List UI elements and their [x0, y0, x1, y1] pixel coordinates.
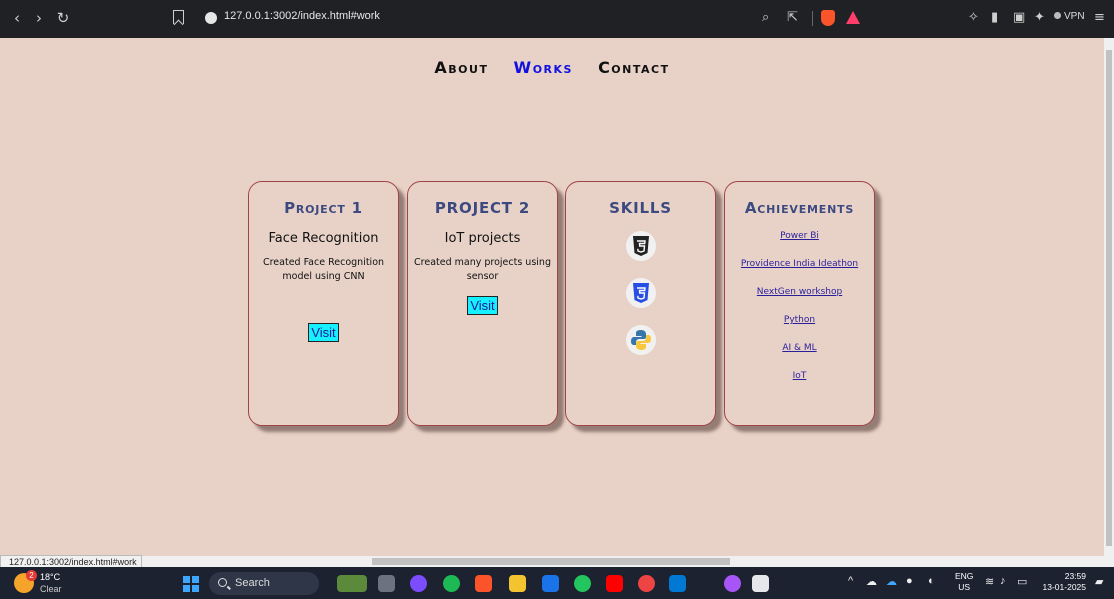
card-title: Project 1 — [284, 199, 363, 217]
achievement-link-nextgen[interactable]: NextGen workshop — [725, 287, 874, 297]
battery-icon[interactable]: ▭ — [1017, 575, 1027, 588]
onedrive-blue-icon[interactable]: ☁ — [886, 575, 897, 588]
brave-shields-icon[interactable] — [821, 10, 835, 26]
windows-taskbar: 2 18°C Clear Search ^ ☁ ☁ ● ◐ ENG US ≋ ♪ … — [0, 567, 1114, 599]
copilot-icon[interactable] — [410, 575, 427, 592]
forward-icon[interactable]: › — [30, 9, 48, 27]
nav-works[interactable]: Works — [514, 58, 573, 77]
card-subtitle: IoT projects — [444, 231, 521, 246]
html5-icon — [625, 231, 656, 261]
language-code: ENG — [955, 571, 974, 581]
nav-about[interactable]: About — [434, 58, 488, 77]
zoom-icon[interactable]: ⌕ — [762, 9, 769, 27]
card-title: SKILLS — [609, 199, 672, 217]
vscode-icon[interactable] — [669, 575, 686, 592]
project-2-card: PROJECT 2 IoT projects Created many proj… — [407, 181, 558, 426]
spotify-icon[interactable] — [443, 575, 460, 592]
nav-contact[interactable]: Contact — [598, 58, 670, 77]
visit-button[interactable]: Visit — [467, 296, 498, 315]
toolbar-divider — [812, 11, 813, 26]
sidebar-icon[interactable]: ▮ — [991, 9, 998, 27]
css3-icon — [625, 278, 656, 308]
scrollbar-thumb[interactable] — [1106, 50, 1112, 546]
notification-icon[interactable]: ▰ — [1095, 575, 1103, 588]
wallet-icon[interactable]: ▣ — [1013, 9, 1025, 27]
card-title: Achievements — [744, 199, 855, 217]
wifi-icon[interactable]: ≋ — [985, 575, 994, 588]
file-explorer-icon[interactable] — [509, 575, 526, 592]
achievement-link-ai-ml[interactable]: AI & ML — [725, 343, 874, 353]
chrome-dev-icon[interactable] — [724, 575, 741, 592]
site-info-icon[interactable] — [205, 12, 217, 24]
task-view-icon[interactable] — [378, 575, 395, 592]
card-description: Created Face Recognition model using CNN — [262, 257, 385, 282]
onedrive-icon[interactable]: ☁ — [866, 575, 877, 588]
horizontal-scrollbar[interactable] — [0, 556, 1114, 567]
search-icon — [218, 578, 227, 587]
vpn-button[interactable]: VPN — [1054, 11, 1085, 22]
clock-date: 13-01-2025 — [1042, 582, 1086, 592]
youtube-icon[interactable] — [606, 575, 623, 592]
card-title: PROJECT 2 — [434, 199, 531, 217]
weather-temperature[interactable]: 18°C — [40, 572, 60, 582]
card-subtitle: Face Recognition — [268, 231, 379, 246]
brave-icon[interactable] — [475, 575, 492, 592]
achievement-link-ideathon[interactable]: Providence India Ideathon — [725, 259, 874, 269]
visit-button[interactable]: Visit — [308, 323, 339, 342]
chevron-up-icon[interactable]: ^ — [848, 575, 853, 587]
widget-icon[interactable] — [337, 575, 367, 592]
edge-icon[interactable] — [574, 575, 591, 592]
achievement-link-power-bi[interactable]: Power Bi — [725, 231, 874, 241]
system-clock[interactable]: 23:59 13-01-2025 — [1041, 571, 1086, 593]
region-code: US — [958, 582, 971, 592]
achievements-card: Achievements Power Bi Providence India I… — [724, 181, 875, 426]
browser-toolbar: ‹ › ↻ 127.0.0.1:3002/index.html#work ⌕ ⇱… — [0, 0, 1114, 38]
top-navigation: About Works Contact — [0, 58, 1104, 77]
achievement-link-iot[interactable]: IoT — [725, 371, 874, 381]
search-label: Search — [235, 577, 270, 589]
vivaldi-icon[interactable] — [638, 575, 655, 592]
weather-condition[interactable]: Clear — [40, 584, 62, 594]
volume-icon[interactable]: ♪ — [1000, 575, 1006, 587]
bookmark-icon[interactable] — [173, 10, 184, 24]
windows-start-icon[interactable] — [183, 576, 199, 592]
notepad-icon[interactable] — [752, 575, 769, 592]
tray-icon[interactable]: ◐ — [928, 575, 935, 587]
taskbar-search[interactable]: Search — [209, 572, 319, 595]
share-icon[interactable]: ⇱ — [787, 9, 798, 27]
skills-card: SKILLS — [565, 181, 716, 426]
extensions-icon[interactable]: ✧ — [968, 9, 979, 27]
page-content: About Works Contact Project 1 Face Recog… — [0, 38, 1104, 556]
menu-icon[interactable]: ≡ — [1094, 9, 1105, 27]
clock-time: 23:59 — [1064, 571, 1086, 581]
python-icon — [625, 325, 656, 355]
address-bar[interactable]: 127.0.0.1:3002/index.html#work — [224, 10, 380, 22]
leo-icon[interactable]: ✦ — [1034, 9, 1045, 27]
achievement-link-python[interactable]: Python — [725, 315, 874, 325]
notification-badge: 2 — [26, 570, 37, 581]
app-tray-icon[interactable]: ● — [906, 575, 913, 587]
reload-icon[interactable]: ↻ — [54, 9, 72, 27]
vertical-scrollbar[interactable] — [1104, 38, 1114, 556]
language-indicator[interactable]: ENG US — [955, 571, 973, 593]
classroom-icon[interactable] — [542, 575, 559, 592]
scrollbar-thumb[interactable] — [372, 558, 730, 565]
brave-rewards-icon[interactable] — [846, 11, 860, 24]
back-icon[interactable]: ‹ — [8, 9, 26, 27]
card-description: Created many projects using sensor — [414, 257, 551, 282]
project-1-card: Project 1 Face Recognition Created Face … — [248, 181, 399, 426]
